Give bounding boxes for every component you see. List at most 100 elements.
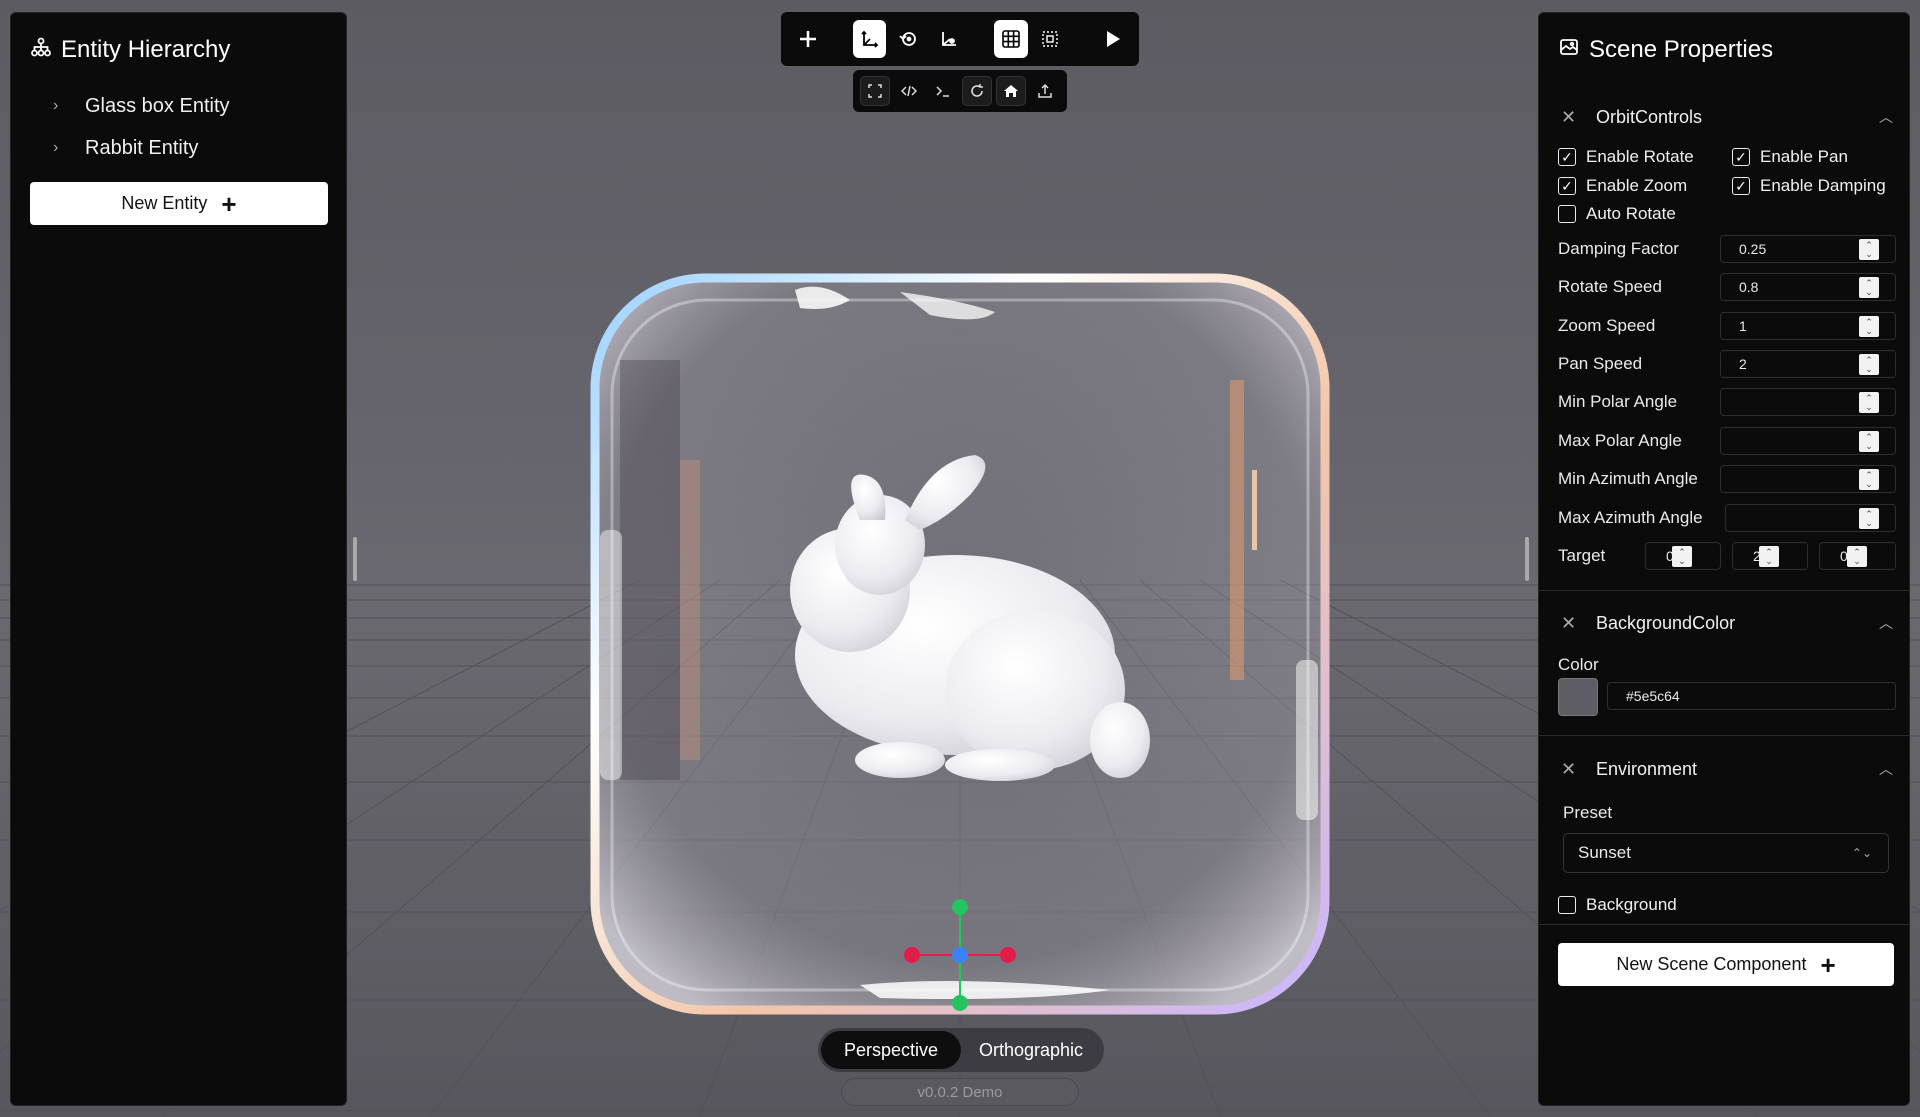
enable-rotate-checkbox[interactable]: ✓ Enable Rotate bbox=[1558, 147, 1694, 167]
camera-mode-toggle: Perspective Orthographic bbox=[818, 1028, 1104, 1072]
preset-select[interactable]: Sunset ⌃⌄ bbox=[1563, 833, 1889, 873]
target-label: Target bbox=[1558, 546, 1606, 565]
hierarchy-icon bbox=[31, 36, 51, 64]
target-z-input[interactable]: 0 ⌃ ⌄ bbox=[1819, 542, 1896, 570]
translate-icon[interactable] bbox=[852, 20, 887, 58]
scale-icon[interactable] bbox=[932, 20, 966, 58]
target-x-input[interactable]: 0 ⌃ ⌄ bbox=[1645, 542, 1721, 570]
left-resize-handle[interactable] bbox=[353, 537, 357, 581]
spinner-icon[interactable]: ⌃ ⌄ bbox=[1859, 354, 1879, 375]
spinner-icon[interactable]: ⌃ ⌄ bbox=[1859, 508, 1879, 529]
tree-item-rabbit[interactable]: › Rabbit Entity bbox=[11, 127, 346, 169]
chevron-up-icon[interactable]: ︿ bbox=[1879, 107, 1893, 127]
input-value: #5e5c64 bbox=[1626, 688, 1680, 704]
preset-label: Preset bbox=[1563, 803, 1613, 822]
chevron-right-icon: › bbox=[53, 97, 59, 114]
select-value: Sunset bbox=[1578, 843, 1631, 862]
chevron-updown-icon: ⌃⌄ bbox=[1851, 846, 1872, 860]
max-azimuth-angle-label: Max Azimuth Angle bbox=[1558, 508, 1703, 527]
environment-title: Environment bbox=[1596, 758, 1698, 779]
spinner-icon[interactable]: ⌃ ⌄ bbox=[1847, 546, 1867, 567]
refresh-icon[interactable] bbox=[962, 76, 992, 106]
orbit-controls-header[interactable]: ✕ OrbitControls ︿ bbox=[1539, 97, 1909, 137]
checkbox-label: Enable Rotate bbox=[1586, 147, 1694, 166]
checkbox-label: Enable Zoom bbox=[1586, 176, 1688, 195]
divider bbox=[1539, 924, 1909, 925]
new-scene-component-button[interactable]: New Scene Component + bbox=[1558, 943, 1894, 986]
properties-header: Scene Properties bbox=[1539, 25, 1909, 75]
home-icon[interactable] bbox=[996, 76, 1026, 106]
checkbox[interactable] bbox=[1558, 205, 1576, 223]
close-icon[interactable]: ✕ bbox=[1561, 107, 1576, 128]
spinner-icon[interactable]: ⌃ ⌄ bbox=[1859, 469, 1879, 490]
rotate-speed-label: Rotate Speed bbox=[1558, 277, 1662, 296]
spinner-icon[interactable]: ⌃ ⌄ bbox=[1859, 316, 1879, 337]
rotate-speed-input[interactable]: 0.8 ⌃ ⌄ bbox=[1720, 273, 1896, 301]
checkbox[interactable]: ✓ bbox=[1558, 177, 1576, 195]
rotate-icon[interactable] bbox=[892, 20, 926, 58]
terminal-icon[interactable] bbox=[928, 76, 958, 106]
export-icon[interactable] bbox=[1030, 76, 1060, 106]
scene-properties-panel: Scene Properties ✕ OrbitControls ︿ ✓ Ena… bbox=[1538, 12, 1910, 1106]
max-polar-angle-input[interactable]: ⌃ ⌄ bbox=[1720, 427, 1896, 455]
new-scene-component-label: New Scene Component bbox=[1616, 954, 1807, 974]
color-label: Color bbox=[1558, 655, 1599, 674]
damping-factor-label: Damping Factor bbox=[1558, 239, 1679, 258]
enable-pan-checkbox[interactable]: ✓ Enable Pan bbox=[1732, 147, 1848, 167]
tree-item-glass-box[interactable]: › Glass box Entity bbox=[11, 85, 346, 127]
plus-icon: + bbox=[1820, 949, 1836, 980]
entity-hierarchy-panel: Entity Hierarchy › Glass box Entity › Ra… bbox=[10, 12, 347, 1106]
code-icon[interactable] bbox=[894, 76, 924, 106]
max-azimuth-angle-input[interactable]: ⌃ ⌄ bbox=[1725, 504, 1896, 532]
zoom-speed-label: Zoom Speed bbox=[1558, 316, 1656, 335]
hierarchy-header: Entity Hierarchy bbox=[11, 25, 346, 75]
new-entity-button[interactable]: New Entity + bbox=[30, 182, 328, 225]
environment-header[interactable]: ✕ Environment ︿ bbox=[1539, 749, 1909, 789]
color-hex-input[interactable]: #5e5c64 bbox=[1607, 682, 1896, 710]
orbit-controls-title: OrbitControls bbox=[1596, 106, 1703, 127]
background-color-title: BackgroundColor bbox=[1596, 612, 1736, 633]
pan-speed-input[interactable]: 2 ⌃ ⌄ bbox=[1720, 350, 1896, 378]
spinner-icon[interactable]: ⌃ ⌄ bbox=[1672, 546, 1692, 567]
plus-icon: + bbox=[221, 188, 237, 219]
grid-icon[interactable] bbox=[993, 20, 1028, 58]
spinner-icon[interactable]: ⌃ ⌄ bbox=[1859, 239, 1879, 260]
bounding-box-icon[interactable] bbox=[1034, 20, 1068, 58]
min-azimuth-angle-input[interactable]: ⌃ ⌄ bbox=[1720, 465, 1896, 493]
close-icon[interactable]: ✕ bbox=[1561, 759, 1576, 780]
background-color-header[interactable]: ✕ BackgroundColor ︿ bbox=[1539, 603, 1909, 643]
enable-zoom-checkbox[interactable]: ✓ Enable Zoom bbox=[1558, 176, 1687, 196]
spinner-icon[interactable]: ⌃ ⌄ bbox=[1759, 546, 1779, 567]
hierarchy-title: Entity Hierarchy bbox=[61, 36, 231, 63]
checkbox-label: Auto Rotate bbox=[1586, 204, 1676, 223]
damping-factor-input[interactable]: 0.25 ⌃ ⌄ bbox=[1720, 235, 1896, 263]
play-icon[interactable] bbox=[1095, 20, 1129, 58]
spinner-icon[interactable]: ⌃ ⌄ bbox=[1859, 431, 1879, 452]
perspective-button[interactable]: Perspective bbox=[821, 1031, 961, 1069]
input-value: 1 bbox=[1739, 318, 1747, 334]
close-icon[interactable]: ✕ bbox=[1561, 613, 1576, 634]
input-value: 0.25 bbox=[1739, 241, 1767, 257]
orthographic-button[interactable]: Orthographic bbox=[961, 1031, 1101, 1069]
checkbox[interactable] bbox=[1558, 896, 1576, 914]
auto-rotate-checkbox[interactable]: Auto Rotate bbox=[1558, 204, 1676, 224]
checkbox[interactable]: ✓ bbox=[1558, 148, 1576, 166]
color-swatch[interactable] bbox=[1558, 678, 1598, 716]
min-polar-angle-input[interactable]: ⌃ ⌄ bbox=[1720, 388, 1896, 416]
checkbox-label: Enable Pan bbox=[1760, 147, 1848, 166]
background-checkbox[interactable]: Background bbox=[1558, 895, 1677, 915]
chevron-up-icon[interactable]: ︿ bbox=[1879, 613, 1893, 633]
fullscreen-icon[interactable] bbox=[860, 76, 890, 106]
enable-damping-checkbox[interactable]: ✓ Enable Damping bbox=[1732, 176, 1886, 196]
spinner-icon[interactable]: ⌃ ⌄ bbox=[1859, 277, 1879, 298]
spinner-icon[interactable]: ⌃ ⌄ bbox=[1859, 392, 1879, 413]
target-y-input[interactable]: 2 ⌃ ⌄ bbox=[1732, 542, 1808, 570]
checkbox[interactable]: ✓ bbox=[1732, 148, 1750, 166]
zoom-speed-input[interactable]: 1 ⌃ ⌄ bbox=[1720, 312, 1896, 340]
add-icon[interactable] bbox=[791, 20, 825, 58]
right-resize-handle[interactable] bbox=[1525, 537, 1529, 581]
chevron-right-icon: › bbox=[53, 139, 59, 156]
checkbox[interactable]: ✓ bbox=[1732, 177, 1750, 195]
chevron-up-icon[interactable]: ︿ bbox=[1879, 759, 1893, 779]
max-polar-angle-label: Max Polar Angle bbox=[1558, 431, 1682, 450]
